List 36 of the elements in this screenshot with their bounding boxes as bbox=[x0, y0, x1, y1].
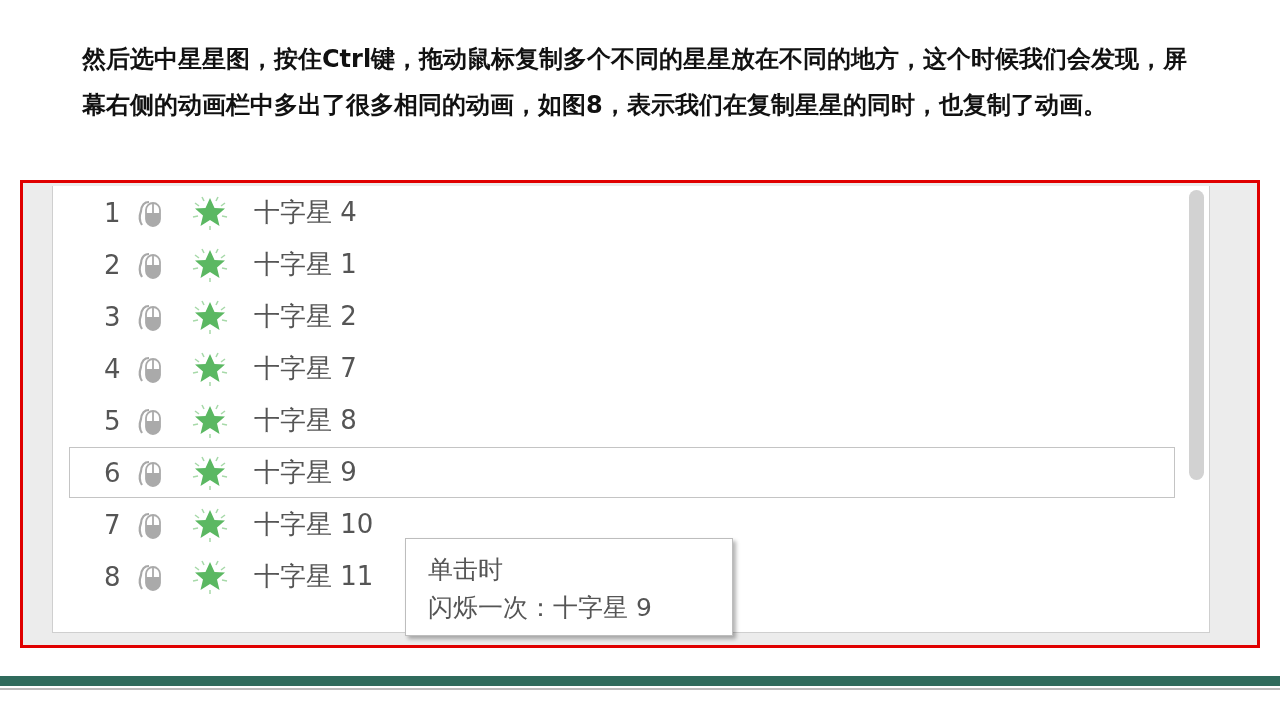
row-number: 3 bbox=[104, 301, 122, 332]
star-icon bbox=[190, 506, 230, 543]
star-icon bbox=[190, 350, 230, 387]
star-icon bbox=[190, 246, 230, 283]
animation-row[interactable]: 3 十字星 2 bbox=[69, 291, 358, 342]
animation-name: 十字星 10 bbox=[254, 508, 374, 541]
row-number: 6 bbox=[104, 457, 122, 488]
row-number: 4 bbox=[104, 353, 122, 384]
paragraph: 然后选中星星图，按住Ctrl键，拖动鼠标复制多个不同的星星放在不同的地方，这个时候我们会发现，屏幕右侧的动画栏中多出了很多相同的动画，如图8，表示我们在复制星星的同时，也复制了动画。 bbox=[81, 44, 1189, 121]
animation-name: 十字星 4 bbox=[254, 196, 357, 229]
row-number: 2 bbox=[104, 249, 122, 280]
animation-row[interactable]: 4 十字星 7 bbox=[69, 343, 358, 394]
animation-name: 十字星 2 bbox=[254, 300, 357, 333]
animation-row[interactable]: 7 十字星 10 bbox=[69, 499, 375, 550]
star-icon bbox=[190, 454, 230, 491]
animation-row[interactable]: 1 十字星 4 bbox=[69, 187, 358, 238]
animation-row[interactable]: 8 十字星 11 bbox=[69, 551, 375, 602]
animation-name: 十字星 1 bbox=[254, 248, 357, 281]
row-number: 1 bbox=[104, 197, 122, 228]
animation-name: 十字星 8 bbox=[254, 404, 357, 437]
animation-row[interactable]: 6 十字星 9 bbox=[69, 447, 1175, 498]
star-icon bbox=[190, 194, 230, 231]
star-icon bbox=[190, 298, 230, 335]
animation-name: 十字星 9 bbox=[254, 456, 357, 489]
tooltip-effect: 闪烁一次：十字星 9 bbox=[428, 592, 652, 624]
row-number: 7 bbox=[104, 509, 122, 540]
star-icon bbox=[190, 558, 230, 595]
animation-name: 十字星 11 bbox=[254, 560, 374, 593]
star-icon bbox=[190, 402, 230, 439]
row-number: 5 bbox=[104, 405, 122, 436]
scrollbar-thumb[interactable] bbox=[1189, 190, 1204, 480]
row-number: 8 bbox=[104, 561, 122, 592]
animation-name: 十字星 7 bbox=[254, 352, 357, 385]
animation-row[interactable]: 2 十字星 1 bbox=[69, 239, 358, 290]
animation-row[interactable]: 5 十字星 8 bbox=[69, 395, 358, 446]
tooltip-trigger: 单击时 bbox=[428, 554, 503, 586]
